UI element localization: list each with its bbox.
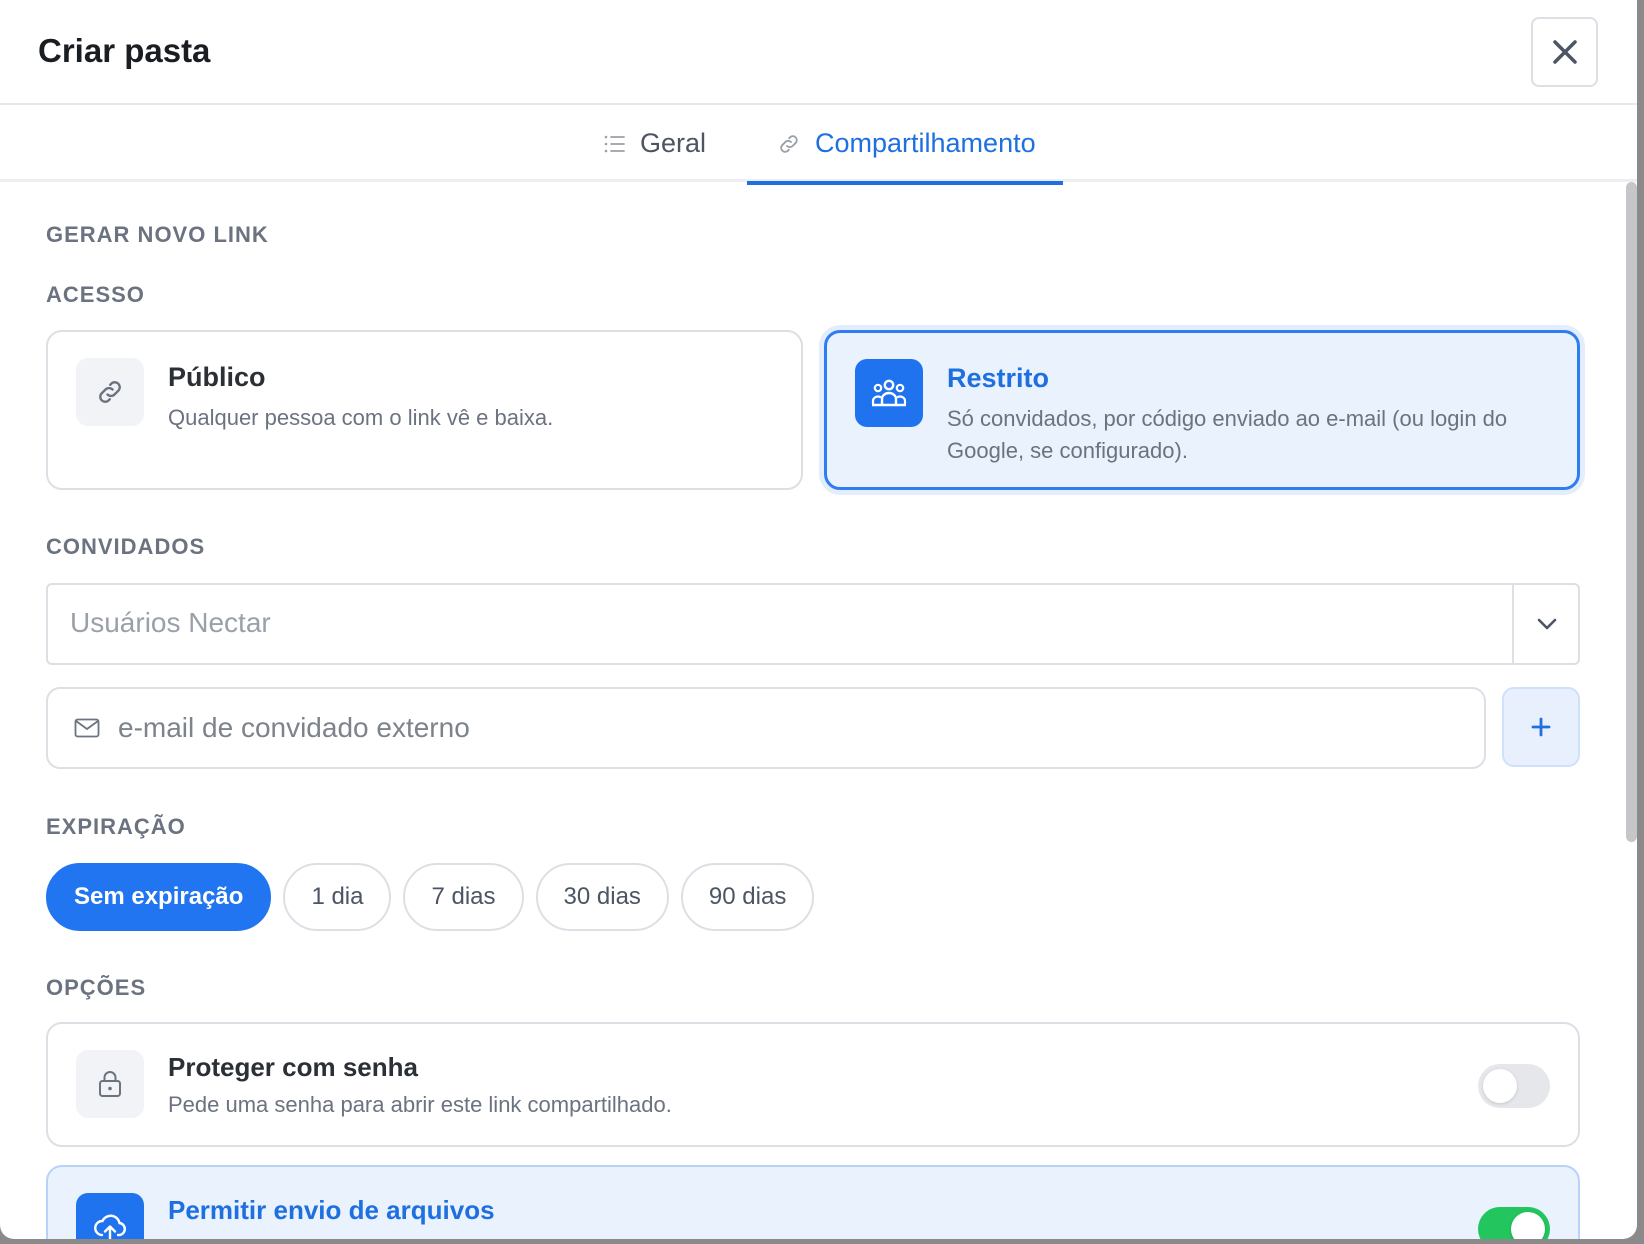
section-new-link: GERAR NOVO LINK xyxy=(46,222,269,247)
tab-geral-label: Geral xyxy=(640,128,707,158)
link-icon xyxy=(780,134,798,153)
users-select[interactable]: Usuários Nectar xyxy=(46,583,1580,665)
create-folder-modal: Criar pasta Geral Compartilhamento GERAR… xyxy=(0,0,1637,1239)
option-uploads-title: Permitir envio de arquivos xyxy=(168,1195,495,1225)
users-icon xyxy=(855,359,923,427)
access-publico-desc: Qualquer pessoa com o link vê e baixa. xyxy=(168,405,554,430)
section-access: ACESSO xyxy=(46,282,145,307)
option-password-title: Proteger com senha xyxy=(168,1052,418,1082)
modal-title: Criar pasta xyxy=(38,32,211,69)
option-password: Proteger com senha Pede uma senha para a… xyxy=(46,1022,1580,1147)
password-toggle[interactable] xyxy=(1478,1064,1550,1108)
lock-icon xyxy=(76,1050,144,1118)
toggle-knob xyxy=(1483,1069,1517,1103)
section-expiration: EXPIRAÇÃO xyxy=(46,814,186,839)
toggle-knob xyxy=(1511,1212,1545,1239)
tab-bar: Geral Compartilhamento xyxy=(0,105,1637,185)
section-guests: CONVIDADOS xyxy=(46,534,206,559)
select-divider xyxy=(1512,585,1514,663)
add-guest-button[interactable] xyxy=(1502,687,1580,767)
cloud-upload-icon xyxy=(76,1193,144,1239)
close-button[interactable] xyxy=(1531,17,1598,87)
expiration-options: Sem expiração 1 dia 7 dias 30 dias 90 di… xyxy=(46,863,815,931)
link-icon xyxy=(76,358,144,426)
access-option-restrito[interactable]: Restrito Só convidados, por código envia… xyxy=(824,330,1580,490)
close-icon xyxy=(1552,40,1577,64)
external-email-field[interactable] xyxy=(46,687,1486,769)
tab-compartilhamento-label: Compartilhamento xyxy=(815,128,1036,158)
mail-icon xyxy=(74,718,100,738)
expiration-option-30-days[interactable]: 30 dias xyxy=(535,863,669,931)
access-option-publico[interactable]: Público Qualquer pessoa com o link vê e … xyxy=(46,330,803,490)
access-restrito-title: Restrito xyxy=(947,363,1050,393)
uploads-toggle[interactable] xyxy=(1478,1207,1550,1239)
expiration-option-90-days[interactable]: 90 dias xyxy=(680,863,815,931)
plus-icon xyxy=(1531,717,1551,737)
expiration-option-1-day[interactable]: 1 dia xyxy=(283,863,392,931)
access-restrito-desc: Só convidados, por código enviado ao e-m… xyxy=(947,406,1508,463)
option-uploads: Permitir envio de arquivos xyxy=(46,1165,1580,1239)
access-publico-title: Público xyxy=(168,362,266,392)
users-select-placeholder: Usuários Nectar xyxy=(70,607,271,638)
modal-header: Criar pasta xyxy=(0,0,1637,105)
list-icon xyxy=(604,135,625,152)
expiration-option-7-days[interactable]: 7 dias xyxy=(403,863,524,931)
scrollbar[interactable] xyxy=(1626,182,1637,842)
tab-geral[interactable]: Geral xyxy=(604,105,706,182)
chevron-down-icon xyxy=(1537,618,1557,630)
expiration-option-none[interactable]: Sem expiração xyxy=(46,863,272,931)
option-password-desc: Pede uma senha para abrir este link comp… xyxy=(168,1092,672,1117)
section-options: OPÇÕES xyxy=(46,975,147,1000)
tab-compartilhamento[interactable]: Compartilhamento xyxy=(747,105,1063,185)
external-email-input[interactable] xyxy=(118,712,1418,744)
